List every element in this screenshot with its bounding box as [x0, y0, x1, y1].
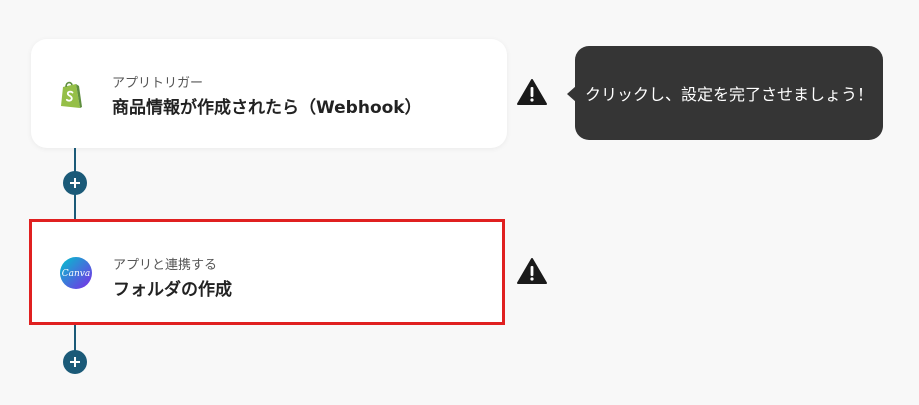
tooltip-text: クリックし、設定を完了させましょう！ [584, 85, 873, 104]
add-step-button[interactable] [63, 171, 87, 195]
warning-icon[interactable] [516, 257, 548, 285]
trigger-step-card[interactable]: アプリトリガー 商品情報が作成されたら（Webhook） [31, 39, 507, 148]
canva-icon: Canva [59, 256, 93, 290]
add-step-button[interactable] [63, 350, 87, 374]
plus-icon [70, 357, 80, 367]
guide-tooltip: クリックし、設定を完了させましょう！ [575, 46, 883, 140]
step-title: 商品情報が作成されたら（Webhook） [112, 98, 422, 118]
canva-logo-text: Canva [62, 269, 91, 279]
warning-icon[interactable] [516, 78, 548, 106]
plus-icon [70, 178, 80, 188]
step-title: フォルダの作成 [113, 280, 232, 300]
action-step-card[interactable]: Canva アプリと連携する フォルダの作成 [29, 219, 505, 325]
step-type-label: アプリトリガー [112, 76, 204, 91]
shopify-icon [54, 78, 88, 112]
step-type-label: アプリと連携する [113, 258, 218, 273]
